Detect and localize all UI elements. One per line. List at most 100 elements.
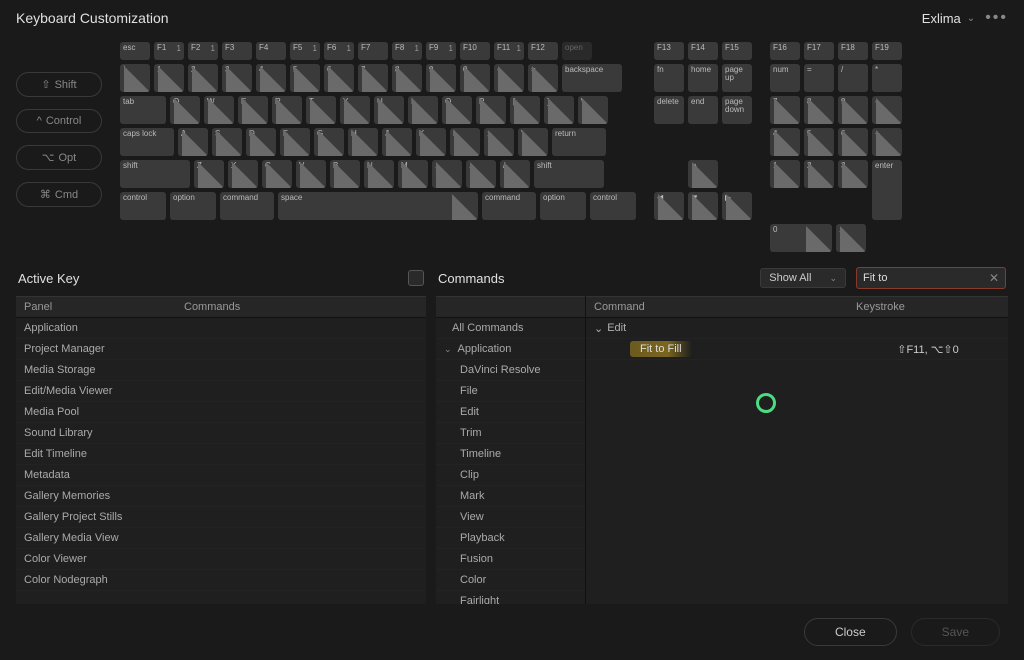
- tree-item[interactable]: Fairlight: [436, 591, 585, 604]
- key-command-4[interactable]: command: [482, 192, 536, 220]
- tree-item[interactable]: Color: [436, 570, 585, 591]
- tree-item[interactable]: View: [436, 507, 585, 528]
- key-8[interactable]: 8: [392, 64, 422, 92]
- tree-item[interactable]: Clip: [436, 465, 585, 486]
- key-,[interactable]: ,: [432, 160, 462, 188]
- key-7[interactable]: 7: [358, 64, 388, 92]
- key-option-1[interactable]: option: [170, 192, 216, 220]
- key-d[interactable]: D: [246, 128, 276, 156]
- key--[interactable]: -: [494, 64, 524, 92]
- tree-item[interactable]: File: [436, 381, 585, 402]
- save-button[interactable]: Save: [911, 618, 1000, 646]
- key-option-5[interactable]: option: [540, 192, 586, 220]
- key-np-0[interactable]: 0: [770, 224, 832, 252]
- result-item-row[interactable]: Fit to Fill ⇧F11, ⌥⇧0: [586, 339, 1008, 360]
- active-key-row[interactable]: Sound Library: [16, 423, 426, 444]
- key-return[interactable]: return: [552, 128, 606, 156]
- key-e[interactable]: E: [238, 96, 268, 124]
- key-capslock[interactable]: caps lock: [120, 128, 174, 156]
- clear-search-icon[interactable]: ✕: [989, 271, 999, 285]
- key-f17[interactable]: F17: [804, 42, 834, 60]
- commands-filter-dropdown[interactable]: Show All ⌄: [760, 268, 846, 288]
- more-menu-icon[interactable]: •••: [985, 9, 1008, 27]
- key-f19[interactable]: F19: [872, 42, 902, 60]
- key-space-3[interactable]: space: [278, 192, 478, 220]
- key-shift-left[interactable]: shift: [120, 160, 190, 188]
- key-f15[interactable]: F15: [722, 42, 752, 60]
- commands-tree[interactable]: All Commands⌄ApplicationDaVinci ResolveF…: [436, 318, 585, 604]
- key-[[interactable]: [: [510, 96, 540, 124]
- key-f14[interactable]: F14: [688, 42, 718, 60]
- modifier-opt[interactable]: ⌥ Opt: [16, 145, 102, 170]
- key-control-6[interactable]: control: [590, 192, 636, 220]
- key-'[interactable]: ': [518, 128, 548, 156]
- tree-item[interactable]: DaVinci Resolve: [436, 360, 585, 381]
- key-5[interactable]: 5: [290, 64, 320, 92]
- modifier-cmd[interactable]: ⌘ Cmd: [16, 182, 102, 207]
- key-home[interactable]: home: [688, 64, 718, 92]
- key-command-2[interactable]: command: [220, 192, 274, 220]
- active-key-row[interactable]: Application: [16, 318, 426, 339]
- key-backspace[interactable]: backspace: [562, 64, 622, 92]
- tree-item[interactable]: Mark: [436, 486, 585, 507]
- key-f4[interactable]: F4: [256, 42, 286, 60]
- tree-item[interactable]: Playback: [436, 528, 585, 549]
- key-=[interactable]: =: [528, 64, 558, 92]
- key-control-0[interactable]: control: [120, 192, 166, 220]
- key-arrow-left[interactable]: ◀: [654, 192, 684, 220]
- active-key-row[interactable]: Edit/Media Viewer: [16, 381, 426, 402]
- active-key-row[interactable]: Color Viewer: [16, 549, 426, 570]
- key-8[interactable]: 8: [804, 96, 834, 124]
- key-num[interactable]: num: [770, 64, 800, 92]
- key-5[interactable]: 5: [804, 128, 834, 156]
- modifier-control[interactable]: ^ Control: [16, 109, 102, 133]
- key-f6[interactable]: F61: [324, 42, 354, 60]
- key-f9[interactable]: F91: [426, 42, 456, 60]
- key-/[interactable]: /: [838, 64, 868, 92]
- key-esc[interactable]: esc: [120, 42, 150, 60]
- key-f16[interactable]: F16: [770, 42, 800, 60]
- key-2[interactable]: 2: [188, 64, 218, 92]
- key-4[interactable]: 4: [770, 128, 800, 156]
- key-f10[interactable]: F10: [460, 42, 490, 60]
- key-i[interactable]: I: [408, 96, 438, 124]
- key-][interactable]: ]: [544, 96, 574, 124]
- tree-application[interactable]: ⌄Application: [436, 339, 585, 360]
- key-open[interactable]: open: [562, 42, 592, 60]
- key-s[interactable]: S: [212, 128, 242, 156]
- key-o[interactable]: O: [442, 96, 472, 124]
- key-h[interactable]: H: [348, 128, 378, 156]
- key-u[interactable]: U: [374, 96, 404, 124]
- key-f12[interactable]: F12: [528, 42, 558, 60]
- key-f7[interactable]: F7: [358, 42, 388, 60]
- key-;[interactable]: ;: [484, 128, 514, 156]
- active-key-row[interactable]: Media Storage: [16, 360, 426, 381]
- key-shift-right[interactable]: shift: [534, 160, 604, 188]
- key-f2[interactable]: F21: [188, 42, 218, 60]
- key-m[interactable]: M: [398, 160, 428, 188]
- key-3[interactable]: 3: [838, 160, 868, 188]
- key-n[interactable]: N: [364, 160, 394, 188]
- key-6[interactable]: 6: [324, 64, 354, 92]
- key-/[interactable]: /: [500, 160, 530, 188]
- active-key-row[interactable]: Gallery Project Stills: [16, 507, 426, 528]
- key-q[interactable]: Q: [170, 96, 200, 124]
- key-f13[interactable]: F13: [654, 42, 684, 60]
- active-key-row[interactable]: Edit Timeline: [16, 444, 426, 465]
- key-+[interactable]: +: [872, 128, 902, 156]
- key-z[interactable]: Z: [194, 160, 224, 188]
- key-fn[interactable]: fn: [654, 64, 684, 92]
- key-9[interactable]: 9: [426, 64, 456, 92]
- key-.[interactable]: .: [466, 160, 496, 188]
- key-page down[interactable]: page down: [722, 96, 752, 124]
- key-p[interactable]: P: [476, 96, 506, 124]
- key-end[interactable]: end: [688, 96, 718, 124]
- key-2[interactable]: 2: [804, 160, 834, 188]
- key-tab[interactable]: tab: [120, 96, 166, 124]
- key-*[interactable]: *: [872, 64, 902, 92]
- active-key-row[interactable]: Metadata: [16, 465, 426, 486]
- active-key-row[interactable]: Gallery Media View: [16, 528, 426, 549]
- key-1[interactable]: 1: [770, 160, 800, 188]
- key-t[interactable]: T: [306, 96, 336, 124]
- key-y[interactable]: Y: [340, 96, 370, 124]
